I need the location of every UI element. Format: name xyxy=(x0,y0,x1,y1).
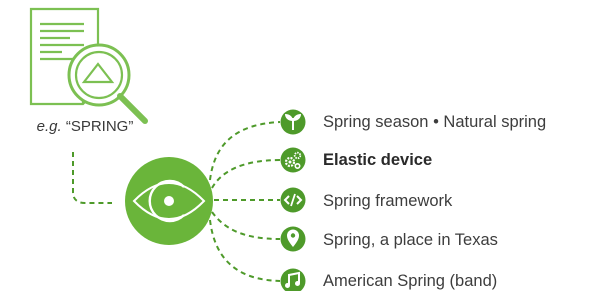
example-term: e.g. “SPRING” xyxy=(0,118,170,135)
meaning-elastic-device: Elastic device xyxy=(323,151,433,169)
map-pin-icon xyxy=(280,226,306,252)
meaning-icons xyxy=(280,109,306,291)
sprout-icon xyxy=(280,109,306,135)
connector-5 xyxy=(209,219,281,282)
gears-icon xyxy=(280,147,306,173)
document-search-icon xyxy=(29,7,148,124)
music-note-icon xyxy=(280,268,306,291)
example-prefix: e.g. xyxy=(36,118,62,135)
connector-4 xyxy=(211,211,281,240)
meaning-framework: Spring framework xyxy=(323,192,453,210)
meaning-texas-place: Spring, a place in Texas xyxy=(323,231,498,249)
meaning-season: Spring season • Natural spring xyxy=(323,113,547,131)
connector-1 xyxy=(209,121,281,181)
example-word: “SPRING” xyxy=(65,118,134,135)
eye-icon xyxy=(125,157,213,245)
meaning-band: American Spring (band) xyxy=(323,272,498,290)
connector-example xyxy=(72,152,112,204)
disambiguation-diagram xyxy=(29,7,306,291)
connector-2 xyxy=(211,159,281,189)
code-icon xyxy=(280,187,306,213)
